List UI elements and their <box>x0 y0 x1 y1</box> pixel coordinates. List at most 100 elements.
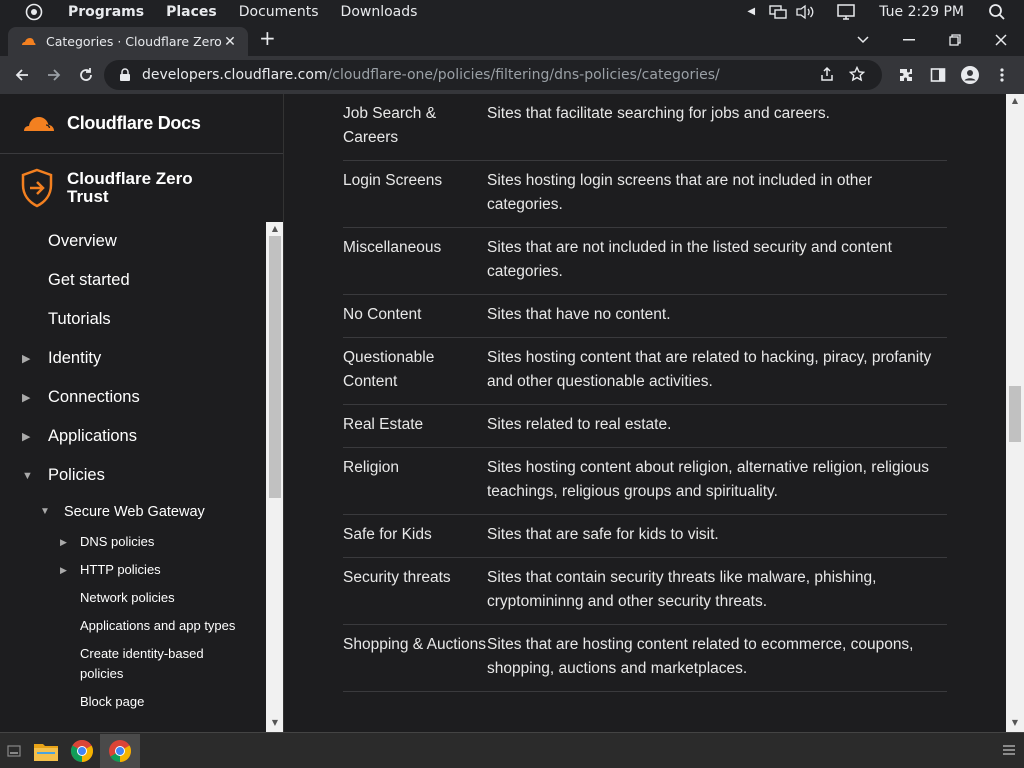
lock-icon[interactable] <box>118 68 132 82</box>
scroll-up-icon[interactable]: ▲ <box>1006 96 1024 108</box>
tab-title: Categories · Cloudflare Zero Trus <box>46 34 222 49</box>
docs-brand[interactable]: Cloudflare Docs <box>0 94 283 154</box>
category-description: Sites that are hosting content related t… <box>487 636 914 677</box>
expand-arrow-icon[interactable]: ▶ <box>22 352 30 365</box>
display-icon[interactable] <box>837 3 855 20</box>
os-menu-places[interactable]: Places <box>166 4 217 20</box>
product-name: Cloudflare Zero Trust <box>67 169 193 206</box>
sidebar-item-overview[interactable]: Overview <box>0 222 266 261</box>
cloudflare-favicon-icon <box>22 37 36 45</box>
url-host: developers.cloudflare.com <box>142 67 328 83</box>
sidebar-item-identity-based-policies[interactable]: Create identity-based policies <box>0 640 266 688</box>
tab-close-icon[interactable]: ✕ <box>222 34 238 50</box>
screen: Programs Places Documents Downloads ◀ Tu… <box>0 0 1024 768</box>
url-path: /cloudflare-one/policies/filtering/dns-p… <box>327 67 720 83</box>
expand-arrow-icon[interactable]: ▶ <box>60 565 67 576</box>
os-logo-icon[interactable] <box>25 3 43 21</box>
sidebar-nav: Overview Get started Tutorials ▶ Identity… <box>0 222 266 716</box>
sidebar-item-applications[interactable]: ▶ Applications <box>0 417 266 456</box>
sidebar-item-policies[interactable]: ▼ Policies <box>0 456 266 495</box>
chrome-icon[interactable] <box>64 734 100 768</box>
sidebar-item-identity[interactable]: ▶ Identity <box>0 339 266 378</box>
category-description: Sites that are not included in the liste… <box>487 239 892 280</box>
extensions-icon[interactable] <box>890 60 922 90</box>
table-row: Job Search & Careers Sites that facilitat… <box>343 94 947 161</box>
minimize-icon[interactable] <box>886 23 932 56</box>
back-icon[interactable] <box>6 59 38 91</box>
tab-search-icon[interactable] <box>840 23 886 56</box>
product-header[interactable]: Cloudflare Zero Trust <box>0 154 283 222</box>
category-description: Sites that have no content. <box>487 306 671 323</box>
restore-icon[interactable] <box>932 23 978 56</box>
zero-trust-shield-icon <box>21 168 53 208</box>
os-menu-downloads[interactable]: Downloads <box>341 4 418 20</box>
browser-tab[interactable]: Categories · Cloudflare Zero Trus ✕ <box>8 27 248 56</box>
expand-arrow-icon[interactable]: ▶ <box>60 537 67 548</box>
table-row: Login Screens Sites hosting login screens… <box>343 161 947 228</box>
close-window-icon[interactable] <box>978 23 1024 56</box>
expand-arrow-icon[interactable]: ▶ <box>22 430 30 443</box>
clock[interactable]: Tue 2:29 PM <box>879 4 964 20</box>
sidebar-item-block-page[interactable]: Block page <box>0 688 266 716</box>
category-name: Real Estate <box>343 416 424 433</box>
category-description: Sites related to real estate. <box>487 416 672 433</box>
browser-toolbar: developers.cloudflare.com/cloudflare-one… <box>0 56 1024 94</box>
page-scrollbar[interactable]: ▲ ▼ <box>1006 94 1024 732</box>
category-description: Sites that facilitate searching for jobs… <box>487 105 830 122</box>
new-tab-icon[interactable]: + <box>259 26 276 50</box>
sidebar-item-http-policies[interactable]: ▶ HTTP policies <box>0 556 266 584</box>
side-panel-icon[interactable] <box>922 60 954 90</box>
sidebar-item-get-started[interactable]: Get started <box>0 261 266 300</box>
profile-icon[interactable] <box>954 60 986 90</box>
docs-brand-name: Cloudflare Docs <box>67 113 201 133</box>
docs-sidebar: Cloudflare Docs Cloudflare Zero Trust Ov… <box>0 94 284 732</box>
show-desktop-icon[interactable] <box>0 734 28 768</box>
sidebar-scrollbar-thumb[interactable] <box>269 236 281 498</box>
address-bar[interactable]: developers.cloudflare.com/cloudflare-one… <box>104 60 882 90</box>
page-scrollbar-thumb[interactable] <box>1009 386 1021 442</box>
reload-icon[interactable] <box>70 59 102 91</box>
category-name: Miscellaneous <box>343 239 442 256</box>
sidebar-item-connections[interactable]: ▶ Connections <box>0 378 266 417</box>
main-content: Job Search & Careers Sites that facilitat… <box>285 94 1006 732</box>
category-description: Sites hosting content that are related t… <box>487 349 932 390</box>
network-icon[interactable] <box>769 4 787 20</box>
os-top-bar: Programs Places Documents Downloads ◀ Tu… <box>0 0 1024 23</box>
chrome-active-window-icon[interactable] <box>100 733 140 768</box>
category-name: Security threats <box>343 569 451 586</box>
file-manager-icon[interactable] <box>28 734 64 768</box>
bookmark-star-icon[interactable] <box>842 66 872 82</box>
sidebar-scrollbar[interactable]: ▲ ▼ <box>266 222 283 732</box>
os-taskbar <box>0 732 1024 768</box>
menu-kebab-icon[interactable] <box>986 60 1018 90</box>
category-name: Shopping & Auctions <box>343 636 487 653</box>
table-row: Religion Sites hosting content about reli… <box>343 448 947 515</box>
scroll-down-icon[interactable]: ▼ <box>1006 718 1024 730</box>
taskbar-menu-icon[interactable] <box>1002 742 1016 761</box>
collapse-arrow-icon[interactable]: ▼ <box>40 506 50 517</box>
expand-arrow-icon[interactable]: ▶ <box>22 391 30 404</box>
scroll-up-icon[interactable]: ▲ <box>266 224 283 236</box>
category-name: Login Screens <box>343 172 443 189</box>
share-icon[interactable] <box>812 66 842 82</box>
table-row: No Content Sites that have no content. <box>343 295 947 338</box>
category-name: Religion <box>343 459 400 476</box>
table-row: Shopping & Auctions Sites that are hostin… <box>343 625 947 692</box>
sidebar-item-dns-policies[interactable]: ▶ DNS policies <box>0 528 266 556</box>
os-menu-documents[interactable]: Documents <box>239 4 319 20</box>
table-row: Real Estate Sites related to real estate. <box>343 405 947 448</box>
collapse-arrow-icon[interactable]: ▼ <box>22 470 33 482</box>
forward-icon[interactable] <box>38 59 70 91</box>
category-description: Sites hosting login screens that are not… <box>487 172 873 213</box>
sidebar-item-applications-app-types[interactable]: Applications and app types <box>0 612 266 640</box>
search-icon[interactable] <box>988 3 1006 21</box>
os-menu-programs[interactable]: Programs <box>68 4 144 20</box>
sidebar-item-secure-web-gateway[interactable]: ▼ Secure Web Gateway <box>0 495 266 528</box>
tray-arrow-icon[interactable]: ◀ <box>733 6 769 17</box>
sidebar-item-network-policies[interactable]: Network policies <box>0 584 266 612</box>
volume-icon[interactable] <box>795 4 815 20</box>
sidebar-item-tutorials[interactable]: Tutorials <box>0 300 266 339</box>
scroll-down-icon[interactable]: ▼ <box>266 718 283 730</box>
category-description: Sites hosting content about religion, al… <box>487 459 930 500</box>
table-row: Questionable Content Sites hosting conten… <box>343 338 947 405</box>
